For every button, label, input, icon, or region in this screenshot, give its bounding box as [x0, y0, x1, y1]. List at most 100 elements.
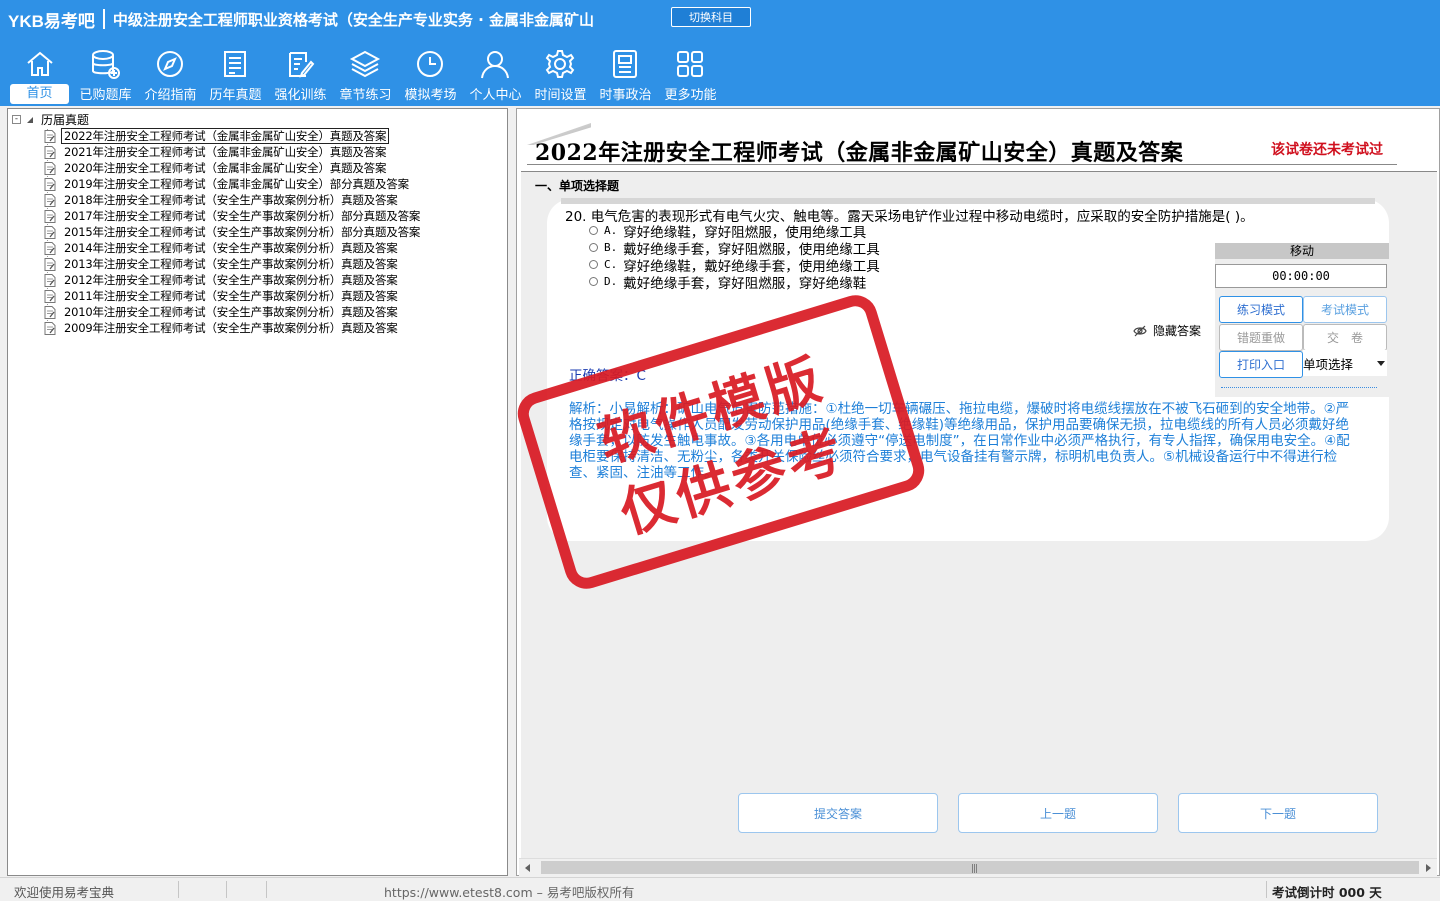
tree-item[interactable]: 2011年注册安全工程师考试（安全生产事故案例分析）真题及答案: [44, 288, 422, 304]
tree-item-label: 2011年注册安全工程师考试（安全生产事故案例分析）真题及答案: [64, 289, 398, 303]
radio-button[interactable]: [589, 277, 598, 286]
tree-item[interactable]: 2017年注册安全工程师考试（安全生产事故案例分析）部分真题及答案: [44, 208, 422, 224]
tree-item[interactable]: 2019年注册安全工程师考试（金属非金属矿山安全）部分真题及答案: [44, 176, 422, 192]
gear-icon: [545, 50, 575, 78]
nav-chapter-practice[interactable]: 章节练习: [333, 46, 398, 104]
tree-item[interactable]: 2021年注册安全工程师考试（金属非金属矿山安全）真题及答案: [44, 144, 422, 160]
submit-paper-button[interactable]: 交 卷: [1303, 324, 1387, 351]
nav-purchased-bank[interactable]: 已购题库: [73, 46, 138, 104]
nav-past-exams[interactable]: 历年真题: [203, 46, 268, 104]
nav-home[interactable]: 首页: [8, 46, 73, 104]
tree-item[interactable]: 2018年注册安全工程师考试（安全生产事故案例分析）真题及答案: [44, 192, 422, 208]
tree-item[interactable]: 2009年注册安全工程师考试（安全生产事故案例分析）真题及答案: [44, 320, 422, 336]
status-divider: [1266, 881, 1267, 898]
option-a[interactable]: A. 穿好绝缘鞋，穿好阻燃服，使用绝缘工具: [589, 222, 880, 241]
grip-icon: |||: [971, 864, 978, 874]
tree-item[interactable]: 2010年注册安全工程师考试（安全生产事故案例分析）真题及答案: [44, 304, 422, 320]
question-type-value: 单项选择: [1303, 356, 1354, 372]
layers-icon: [349, 50, 381, 78]
collapse-icon[interactable]: -: [12, 115, 21, 124]
hide-answer-label: 隐藏答案: [1153, 324, 1202, 338]
tree-item[interactable]: 2015年注册安全工程师考试（安全生产事故案例分析）部分真题及答案: [44, 224, 422, 240]
paper-title: 2022年注册安全工程师考试（金属非金属矿山安全）真题及答案: [535, 140, 1184, 166]
next-question-button[interactable]: 下一题: [1178, 793, 1378, 833]
nav-personal-center[interactable]: 个人中心: [463, 46, 528, 104]
tree-item[interactable]: 2020年注册安全工程师考试（金属非金属矿山安全）真题及答案: [44, 160, 422, 176]
tree-item[interactable]: 2012年注册安全工程师考试（安全生产事故案例分析）真题及答案: [44, 272, 422, 288]
tree-item-label: 2013年注册安全工程师考试（安全生产事故案例分析）真题及答案: [64, 257, 398, 271]
horizontal-scrollbar[interactable]: |||: [519, 858, 1437, 876]
submit-answer-button[interactable]: 提交答案: [738, 793, 938, 833]
exam-document-icon: [44, 305, 56, 319]
tree-item[interactable]: 2013年注册安全工程师考试（安全生产事故案例分析）真题及答案: [44, 256, 422, 272]
chevron-down-icon[interactable]: [1377, 360, 1385, 366]
radio-button[interactable]: [589, 243, 598, 252]
nav-mock-exam[interactable]: 模拟考场: [398, 46, 463, 104]
nav-label: 时事政治: [599, 88, 652, 103]
tree-list: 2022年注册安全工程师考试（金属非金属矿山安全）真题及答案 2021年注册安全工…: [44, 128, 422, 336]
home-icon: [27, 51, 53, 76]
panel-scrollbar[interactable]: [1221, 383, 1377, 388]
tree-item-label: 2022年注册安全工程师考试（金属非金属矿山安全）真题及答案: [60, 128, 390, 144]
tree-item[interactable]: 2022年注册安全工程师考试（金属非金属矿山安全）真题及答案: [44, 128, 422, 144]
scroll-left-icon[interactable]: [525, 864, 530, 872]
tree-item-label: 2014年注册安全工程师考试（安全生产事故案例分析）真题及答案: [64, 241, 398, 255]
exam-document-icon: [44, 209, 56, 223]
option-key: B.: [604, 241, 618, 254]
nav-label: 已购题库: [79, 88, 132, 103]
nav-time-settings[interactable]: 时间设置: [528, 46, 593, 104]
tree-root[interactable]: - 历届真题: [12, 112, 89, 127]
question-type-select[interactable]: 单项选择: [1303, 350, 1387, 376]
move-handle[interactable]: 移动: [1215, 243, 1389, 259]
tree-item[interactable]: 2014年注册安全工程师考试（安全生产事故案例分析）真题及答案: [44, 240, 422, 256]
radio-button[interactable]: [589, 260, 598, 269]
nav-label: 时间设置: [534, 88, 587, 103]
question-area: 一、单项选择题 20. 电气危害的表现形式有电气火灾、触电等。露天采场电铲作业过…: [521, 171, 1437, 862]
status-divider: [226, 881, 227, 898]
scrollbar-thumb[interactable]: |||: [541, 861, 1419, 874]
main-toolbar: 首页 已购题库 介绍指南 历年真题 强化训练 章节练习 模拟考场 个人中心 时间…: [8, 46, 723, 104]
nav-label: 章节练习: [339, 88, 392, 103]
print-entry-button[interactable]: 打印入口: [1219, 351, 1303, 378]
prev-question-button[interactable]: 上一题: [958, 793, 1158, 833]
option-c[interactable]: C. 穿好绝缘鞋，戴好绝缘手套，使用绝缘工具: [589, 256, 880, 275]
exam-sheet-icon: [224, 51, 246, 77]
edit-icon: [289, 52, 315, 78]
tree-arrow-icon: [27, 116, 33, 123]
exam-document-icon: [44, 177, 56, 191]
nav-intro-guide[interactable]: 介绍指南: [138, 46, 203, 104]
tree-item-label: 2021年注册安全工程师考试（金属非金属矿山安全）真题及答案: [64, 145, 387, 159]
hide-answer-toggle[interactable]: 隐藏答案: [1133, 322, 1201, 339]
option-key: D.: [604, 275, 618, 288]
exam-document-icon: [44, 129, 56, 143]
practice-mode-button[interactable]: 练习模式: [1219, 296, 1303, 323]
tree-item-label: 2017年注册安全工程师考试（安全生产事故案例分析）部分真题及答案: [64, 209, 421, 223]
app-title: 中级注册安全工程师职业资格考试（安全生产专业实务 · 金属非金属矿山: [112, 10, 595, 29]
nav-intensive-training[interactable]: 强化训练: [268, 46, 333, 104]
answer-analysis: 解析：小易解析：矿山电气危害防范措施：①杜绝一切车辆碾压、拖拉电缆，爆破时将电缆…: [569, 401, 1350, 481]
nav-current-politics[interactable]: 时事政治: [593, 46, 658, 104]
title-divider: [102, 9, 105, 29]
status-copyright: https://www.etest8.com – 易考吧版权所有: [384, 885, 635, 900]
radio-button[interactable]: [589, 226, 598, 235]
option-b[interactable]: B. 戴好绝缘手套，穿好阻燃服，使用绝缘工具: [589, 239, 880, 258]
exam-document-icon: [44, 145, 56, 159]
tree-item-label: 2018年注册安全工程师考试（安全生产事故案例分析）真题及答案: [64, 193, 398, 207]
redo-wrong-button[interactable]: 错题重做: [1219, 324, 1303, 351]
switch-subject-button[interactable]: 切换科目: [671, 7, 751, 27]
nav-label: 首页: [10, 84, 69, 104]
correct-answer: 正确答案：C: [569, 368, 646, 384]
tree-item-label: 2015年注册安全工程师考试（安全生产事故案例分析）部分真题及答案: [64, 225, 421, 239]
nav-label: 强化训练: [274, 88, 327, 103]
exam-document-icon: [44, 289, 56, 303]
exam-document-icon: [44, 321, 56, 335]
database-icon: [92, 50, 120, 79]
exam-document-icon: [44, 225, 56, 239]
option-key: A.: [604, 224, 618, 237]
option-d[interactable]: D. 戴好绝缘手套，穿好阻燃服，穿好绝缘鞋: [589, 273, 880, 292]
nav-label: 介绍指南: [144, 88, 197, 103]
nav-more-features[interactable]: 更多功能: [658, 46, 723, 104]
nav-label: 更多功能: [664, 88, 717, 103]
scroll-right-icon[interactable]: [1426, 864, 1431, 872]
exam-mode-button[interactable]: 考试模式: [1303, 296, 1387, 323]
